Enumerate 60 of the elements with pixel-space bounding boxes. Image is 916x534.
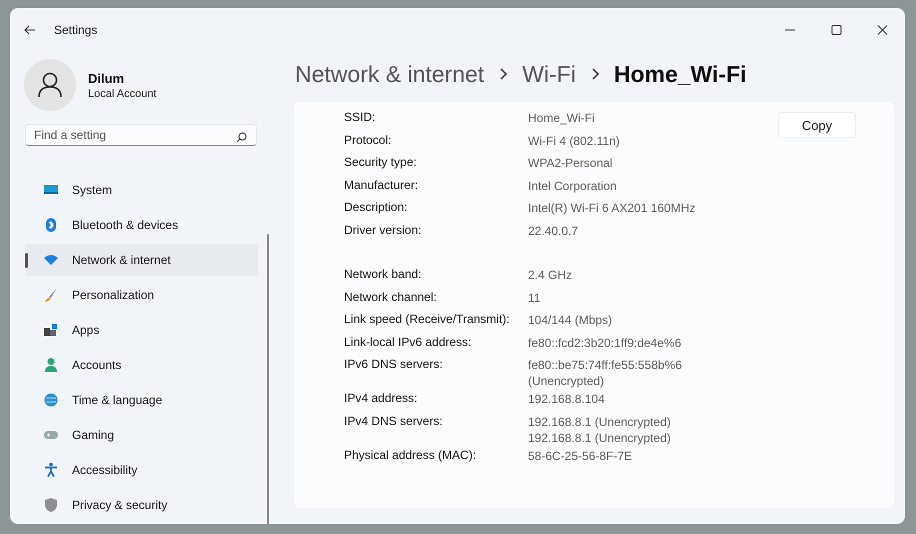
property-label: Link speed (Receive/Transmit): [344,311,511,328]
back-arrow-icon[interactable] [24,25,36,35]
sidebar-item[interactable]: System [25,174,258,206]
sidebar-item[interactable]: Accessibility [25,454,258,486]
property-value: 104/144 (Mbps) [528,312,612,328]
property-value: Intel(R) Wi-Fi 6 AX201 160MHz [528,200,696,216]
property-value: WPA2-Personal [528,155,612,171]
property-value: 2.4 GHz [528,267,572,283]
window-title: Settings [54,23,98,37]
property-label: Driver version: [344,222,422,238]
property-value: 22.40.0.7 [528,222,578,238]
property-value: Wi-Fi 4 (802.11n) [528,132,620,148]
property-label: Network channel: [344,288,438,306]
network-icon [43,252,59,268]
sidebar-item[interactable]: Apps [25,314,258,346]
breadcrumb-item: Home_Wi-Fi [614,60,747,88]
chevron-icon [590,67,600,81]
property-label: Network band: [344,266,422,283]
breadcrumb-item[interactable]: Network & internet [295,60,484,88]
property-label: Protocol: [344,132,392,148]
property-label: Description: [344,199,408,216]
sidebar-item[interactable]: Bluetooth & devices [25,209,258,241]
property-label: IPv4 DNS servers: [344,412,444,430]
brush-icon [43,287,59,303]
property-label: SSID: [344,109,376,126]
copy-button[interactable]: Copy [778,112,856,138]
sidebar-item[interactable]: Privacy & security [25,489,258,521]
property-value: Intel Corporation [528,178,617,194]
property-value: (Unencrypted) [528,373,606,389]
search-icon [236,132,247,144]
property-value: 192.168.8.1 (Unencrypted) [528,414,671,430]
property-value: 192.168.8.1 (Unencrypted) [528,430,671,446]
scrollbar[interactable] [267,234,269,524]
shield-icon [43,497,59,513]
property-label: Manufacturer: [344,176,420,194]
property-label: Physical address (MAC): [344,446,478,464]
search-field[interactable]: Find a setting [25,124,257,146]
chevron-icon [498,67,508,81]
property-value: Home_Wi-Fi [528,110,595,126]
apps-icon [43,322,59,338]
sidebar-item[interactable]: Gaming [25,419,258,451]
sidebar-item[interactable]: Network & internet [25,244,258,276]
property-label: IPv4 address: [344,390,418,407]
property-value: 192.168.8.104 [528,391,605,407]
property-label: IPv6 DNS servers: [344,356,444,373]
sidebar-item[interactable]: Time & language [25,384,258,416]
breadcrumb-item[interactable]: Wi-Fi [522,60,576,88]
account-type: Local Account [88,88,156,100]
property-value: fe80::be75:74ff:fe55:558b%6 [528,357,682,373]
accessibility-icon [43,462,59,478]
person-icon [43,357,59,373]
property-label: Security type: [344,154,418,171]
property-label: Link-local IPv6 address: [344,334,472,350]
property-value: 11 [528,290,540,306]
bluetooth-icon [43,217,59,233]
property-value: 58-6C-25-56-8F-7E [528,448,632,464]
account-name: Dilum [88,70,126,86]
sidebar-item[interactable]: Accounts [25,349,258,381]
property-value: fe80::fcd2:3b20:1ff9:de4e%6 [528,334,682,350]
sidebar-item[interactable]: Personalization [25,279,258,311]
